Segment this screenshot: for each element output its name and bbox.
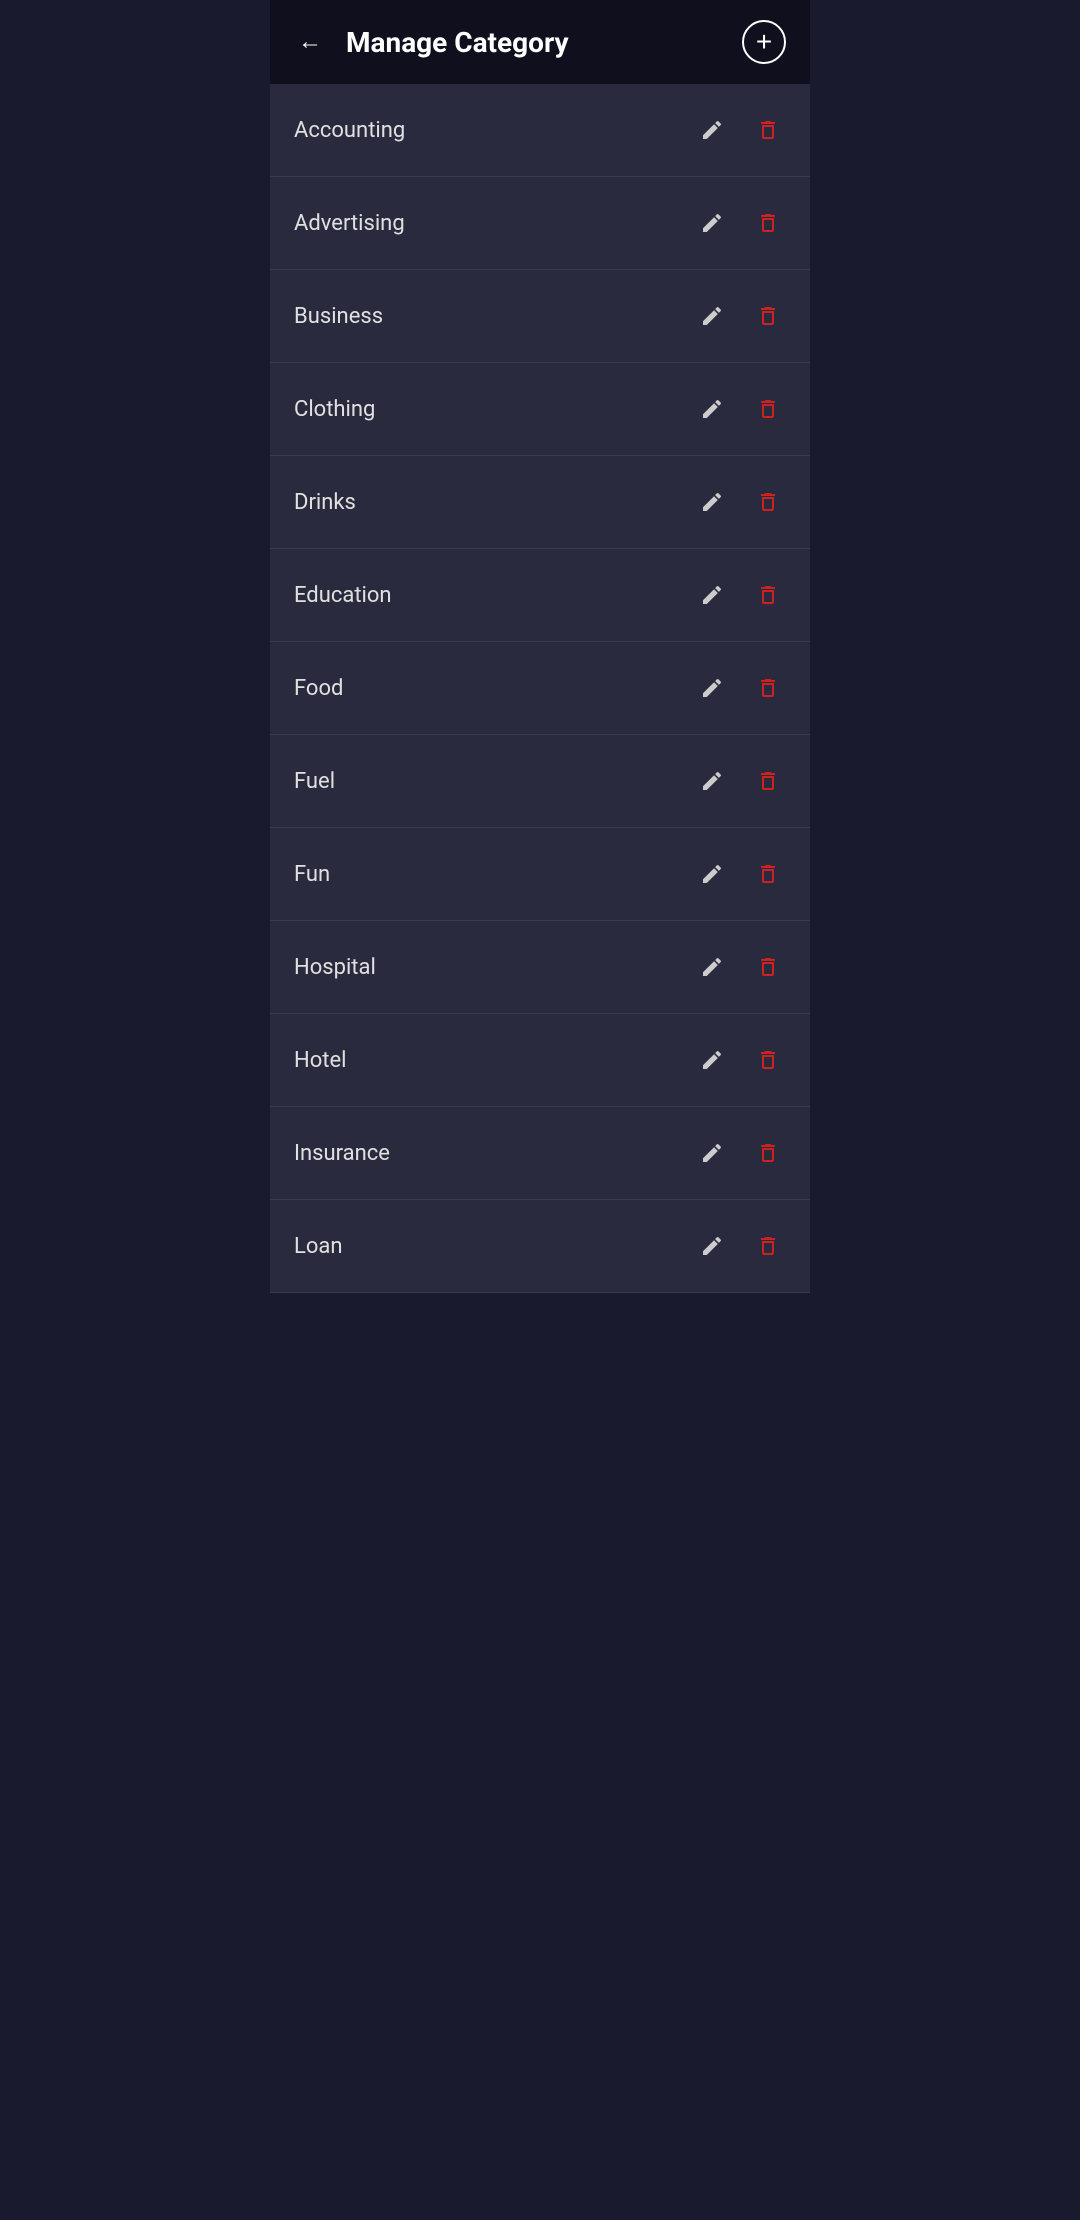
category-actions xyxy=(694,1135,786,1171)
category-actions xyxy=(694,391,786,427)
edit-category-button-fuel[interactable] xyxy=(694,763,730,799)
trash-icon xyxy=(756,1234,780,1258)
trash-icon xyxy=(756,769,780,793)
edit-category-button-drinks[interactable] xyxy=(694,484,730,520)
pencil-icon xyxy=(700,1141,724,1165)
list-item: Accounting xyxy=(270,84,810,177)
pencil-icon xyxy=(700,676,724,700)
delete-category-button-business[interactable] xyxy=(750,298,786,334)
category-actions xyxy=(694,577,786,613)
list-item: Loan xyxy=(270,1200,810,1293)
list-item: Drinks xyxy=(270,456,810,549)
trash-icon xyxy=(756,211,780,235)
trash-icon xyxy=(756,955,780,979)
category-actions xyxy=(694,298,786,334)
category-name-label: Drinks xyxy=(294,490,694,515)
category-actions xyxy=(694,949,786,985)
delete-category-button-clothing[interactable] xyxy=(750,391,786,427)
header-left: ← Manage Category xyxy=(294,26,569,59)
category-actions xyxy=(694,763,786,799)
category-actions xyxy=(694,1228,786,1264)
edit-category-button-business[interactable] xyxy=(694,298,730,334)
header: ← Manage Category + xyxy=(270,0,810,84)
delete-category-button-accounting[interactable] xyxy=(750,112,786,148)
category-name-label: Business xyxy=(294,304,694,329)
pencil-icon xyxy=(700,583,724,607)
list-item: Hotel xyxy=(270,1014,810,1107)
category-name-label: Accounting xyxy=(294,118,694,143)
delete-category-button-education[interactable] xyxy=(750,577,786,613)
trash-icon xyxy=(756,676,780,700)
category-name-label: Clothing xyxy=(294,397,694,422)
edit-category-button-accounting[interactable] xyxy=(694,112,730,148)
edit-category-button-loan[interactable] xyxy=(694,1228,730,1264)
pencil-icon xyxy=(700,211,724,235)
pencil-icon xyxy=(700,955,724,979)
app-container: ← Manage Category + Accounting Advertisi… xyxy=(270,0,810,1293)
add-category-button[interactable]: + xyxy=(742,20,786,64)
pencil-icon xyxy=(700,862,724,886)
back-button[interactable]: ← xyxy=(294,26,326,58)
edit-category-button-hospital[interactable] xyxy=(694,949,730,985)
category-name-label: Insurance xyxy=(294,1141,694,1166)
delete-category-button-insurance[interactable] xyxy=(750,1135,786,1171)
trash-icon xyxy=(756,583,780,607)
trash-icon xyxy=(756,304,780,328)
list-item: Fuel xyxy=(270,735,810,828)
trash-icon xyxy=(756,1141,780,1165)
edit-category-button-fun[interactable] xyxy=(694,856,730,892)
trash-icon xyxy=(756,397,780,421)
category-actions xyxy=(694,670,786,706)
list-item: Fun xyxy=(270,828,810,921)
pencil-icon xyxy=(700,1048,724,1072)
edit-category-button-advertising[interactable] xyxy=(694,205,730,241)
trash-icon xyxy=(756,862,780,886)
delete-category-button-drinks[interactable] xyxy=(750,484,786,520)
category-actions xyxy=(694,112,786,148)
delete-category-button-hotel[interactable] xyxy=(750,1042,786,1078)
pencil-icon xyxy=(700,490,724,514)
list-item: Insurance xyxy=(270,1107,810,1200)
category-actions xyxy=(694,205,786,241)
pencil-icon xyxy=(700,397,724,421)
trash-icon xyxy=(756,1048,780,1072)
delete-category-button-food[interactable] xyxy=(750,670,786,706)
edit-category-button-food[interactable] xyxy=(694,670,730,706)
edit-category-button-clothing[interactable] xyxy=(694,391,730,427)
page-title: Manage Category xyxy=(346,26,569,59)
pencil-icon xyxy=(700,118,724,142)
category-name-label: Fuel xyxy=(294,769,694,794)
category-name-label: Education xyxy=(294,583,694,608)
list-item: Advertising xyxy=(270,177,810,270)
edit-category-button-hotel[interactable] xyxy=(694,1042,730,1078)
pencil-icon xyxy=(700,769,724,793)
delete-category-button-fun[interactable] xyxy=(750,856,786,892)
delete-category-button-advertising[interactable] xyxy=(750,205,786,241)
category-actions xyxy=(694,856,786,892)
category-name-label: Advertising xyxy=(294,211,694,236)
delete-category-button-fuel[interactable] xyxy=(750,763,786,799)
category-name-label: Hospital xyxy=(294,955,694,980)
list-item: Food xyxy=(270,642,810,735)
list-item: Business xyxy=(270,270,810,363)
category-name-label: Hotel xyxy=(294,1048,694,1073)
edit-category-button-education[interactable] xyxy=(694,577,730,613)
trash-icon xyxy=(756,118,780,142)
category-list: Accounting Advertising Business Clothing… xyxy=(270,84,810,1293)
pencil-icon xyxy=(700,304,724,328)
trash-icon xyxy=(756,490,780,514)
delete-category-button-hospital[interactable] xyxy=(750,949,786,985)
list-item: Hospital xyxy=(270,921,810,1014)
category-name-label: Fun xyxy=(294,862,694,887)
pencil-icon xyxy=(700,1234,724,1258)
delete-category-button-loan[interactable] xyxy=(750,1228,786,1264)
category-actions xyxy=(694,484,786,520)
list-item: Clothing xyxy=(270,363,810,456)
list-item: Education xyxy=(270,549,810,642)
edit-category-button-insurance[interactable] xyxy=(694,1135,730,1171)
category-name-label: Food xyxy=(294,676,694,701)
category-name-label: Loan xyxy=(294,1234,694,1259)
category-actions xyxy=(694,1042,786,1078)
